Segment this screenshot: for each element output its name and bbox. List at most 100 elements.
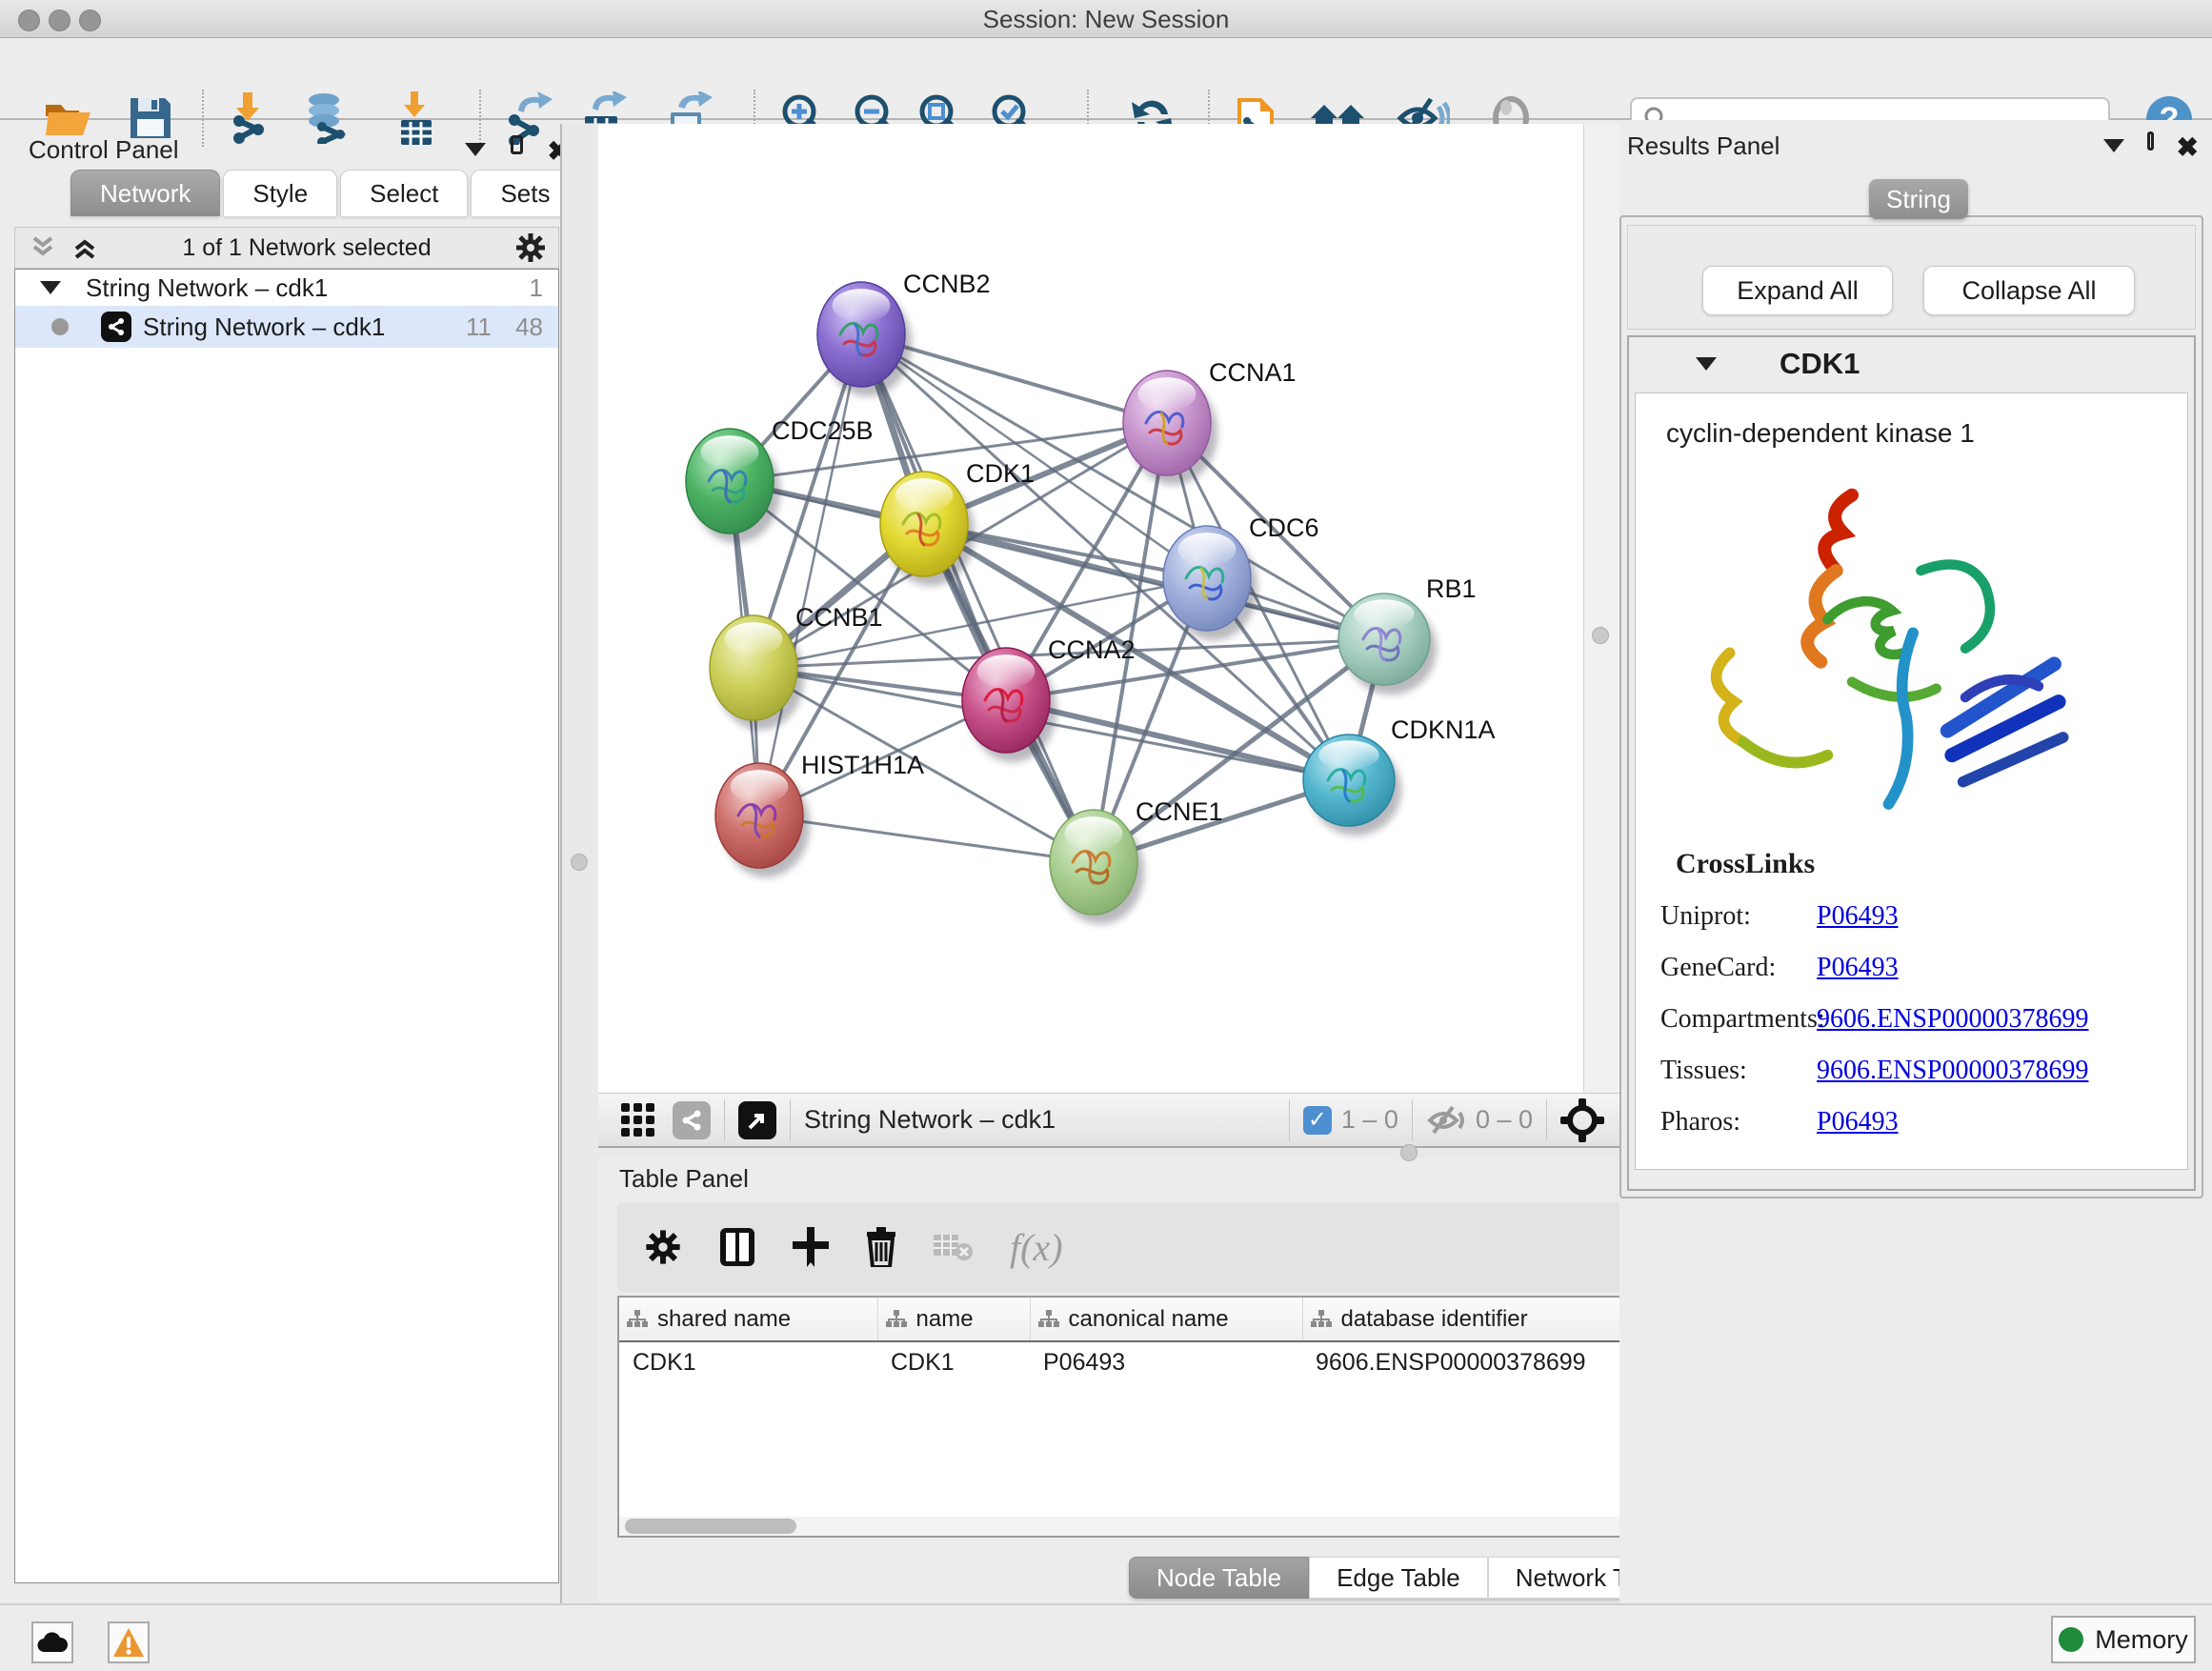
node-CCNB2[interactable]: CCNB2 [817,270,991,396]
cloud-button[interactable] [31,1621,73,1663]
right-panel-splitter[interactable] [1583,124,1619,1093]
collapse-all-networks-icon[interactable] [29,234,57,261]
column-header-database-identifier[interactable]: database identifier [1302,1298,1632,1341]
gene-section: CDK1 cyclin-dependent kinase 1 [1627,335,2196,1191]
grid-view-icon[interactable] [619,1101,657,1139]
left-panel-splitter[interactable] [560,124,598,1603]
selected-checkbox-icon[interactable]: ✓ [1303,1106,1332,1135]
node-label-CDKN1A: CDKN1A [1391,715,1496,744]
memory-button[interactable]: Memory [2051,1616,2196,1663]
table-options-gear-icon[interactable] [644,1228,682,1266]
collapse-all-button[interactable]: Collapse All [1923,266,2135,315]
column-header-canonical-name[interactable]: canonical name [1030,1298,1302,1341]
network-view-title: String Network – cdk1 [804,1105,1056,1135]
float-panel-icon[interactable] [511,135,523,154]
import-network-button[interactable] [223,94,280,142]
table-panel-title: Table Panel [619,1164,749,1194]
node-count: 11 [466,312,492,342]
float-panel-icon[interactable] [2147,131,2154,151]
crosslink-link[interactable]: 9606.ENSP00000378699 [1817,1056,2088,1086]
crosslink-row: Compartments:9606.ENSP00000378699 [1636,1004,2187,1035]
warning-icon [112,1627,145,1658]
crosslink-link[interactable]: P06493 [1817,953,1899,983]
network-options-gear-icon[interactable] [514,232,547,264]
node-CDC25B[interactable]: CDC25B [686,416,874,543]
splitter-grip[interactable] [1400,1144,1418,1161]
node-label-CDK1: CDK1 [966,459,1035,488]
tab-select[interactable]: Select [340,170,468,216]
create-column-plus-icon[interactable] [793,1227,829,1267]
node-CDC6[interactable]: CDC6 [1163,513,1319,640]
function-builder-icon[interactable]: f(x) [1010,1225,1063,1270]
network-name: String Network – cdk1 [143,312,385,342]
splitter-grip[interactable] [571,854,588,871]
delete-table-icon[interactable] [934,1231,974,1263]
crosslink-link[interactable]: 9606.ENSP00000378699 [1817,1004,2088,1035]
expand-all-button[interactable]: Expand All [1702,266,1893,315]
network-canvas[interactable]: CCNB2 CCNA1 CDC25B CDK1 CDC6 RB1 CCNB1 CCNA2 CDK… [598,124,1583,1093]
edge-count: 48 [515,312,543,342]
node-CCNE1[interactable]: CCNE1 [1050,797,1223,924]
warnings-button[interactable] [108,1621,150,1663]
main-toolbar: ? [0,38,2212,120]
crosslink-link[interactable]: P06493 [1817,901,1899,932]
collection-expand-icon[interactable] [40,281,61,294]
tab-style[interactable]: Style [223,170,337,216]
collapse-section-icon[interactable] [1696,357,1717,371]
collection-name: String Network – cdk1 [86,273,328,303]
node-label-CCNA1: CCNA1 [1209,358,1297,387]
delete-column-trash-icon[interactable] [865,1227,897,1267]
splitter-grip[interactable] [1592,627,1609,644]
crosslink-label: GeneCard: [1636,953,1817,983]
expand-all-networks-icon[interactable] [70,234,99,261]
show-columns-icon[interactable] [718,1226,756,1268]
footer-divider [1412,1099,1413,1141]
node-CCNA2[interactable]: CCNA2 [962,635,1136,762]
crosslink-label: Compartments: [1636,1004,1817,1035]
gene-description: cyclin-dependent kinase 1 [1666,418,2187,449]
status-bar: Memory [0,1603,2212,1671]
node-RB1[interactable]: RB1 [1338,574,1477,695]
crosslinks-list: Uniprot:P06493GeneCard:P06493Compartment… [1636,901,2187,1137]
import-table-button[interactable] [387,94,444,142]
network-row-selected[interactable]: String Network – cdk1 11 48 [15,306,558,348]
control-panel-title: Control Panel [29,135,179,165]
node-CCNB1[interactable]: CCNB1 [710,603,883,730]
edge-CCNB2-CCNE1[interactable] [861,334,1094,862]
close-panel-icon[interactable]: ✖ [2177,131,2199,163]
network-collection-row[interactable]: String Network – cdk1 1 [15,270,558,306]
panel-menu-icon[interactable] [465,143,486,156]
node-CDKN1A[interactable]: CDKN1A [1303,715,1496,836]
results-panel-title: Results Panel [1627,131,1780,161]
window-titlebar: Session: New Session [0,0,2212,38]
network-style-icon[interactable] [673,1101,711,1139]
node-label-CCNB1: CCNB1 [795,603,883,632]
panel-menu-icon[interactable] [2103,139,2124,152]
column-header-name[interactable]: name [877,1298,1030,1341]
crosslink-link[interactable]: P06493 [1817,1107,1899,1137]
tab-network[interactable]: Network [70,170,220,216]
node-label-RB1: RB1 [1426,574,1477,603]
import-database-button[interactable] [297,94,354,142]
node-CDK1[interactable]: CDK1 [880,459,1035,586]
import-table-icon [393,91,437,145]
birdseye-navigator-icon[interactable] [1560,1098,1604,1142]
node-label-CCNE1: CCNE1 [1136,797,1223,826]
tab-string[interactable]: String [1869,179,1968,219]
tab-edge-table[interactable]: Edge Table [1309,1557,1488,1599]
node-HIST1H1A[interactable]: HIST1H1A [715,751,924,877]
gene-name: CDK1 [1780,347,1860,381]
open-in-new-window-icon[interactable] [738,1101,776,1139]
control-panel-tabs: Network Style Select Sets [70,170,582,216]
crosslink-label: Pharos: [1636,1107,1817,1137]
results-panel: Results Panel ✖ String Expand All Collap… [1619,120,2212,1603]
node-label-CDC6: CDC6 [1249,513,1319,542]
network-selection-bar: 1 of 1 Network selected [14,227,559,269]
network-selection-summary: 1 of 1 Network selected [99,234,514,262]
node-label-HIST1H1A: HIST1H1A [801,751,924,779]
column-header-shared-name[interactable]: shared name [619,1298,877,1341]
tab-node-table[interactable]: Node Table [1129,1557,1309,1599]
scrollbar-thumb[interactable] [625,1519,796,1534]
edge-CCNA2-CDKN1A[interactable] [1006,700,1349,780]
gene-section-header[interactable]: CDK1 [1629,337,2194,391]
